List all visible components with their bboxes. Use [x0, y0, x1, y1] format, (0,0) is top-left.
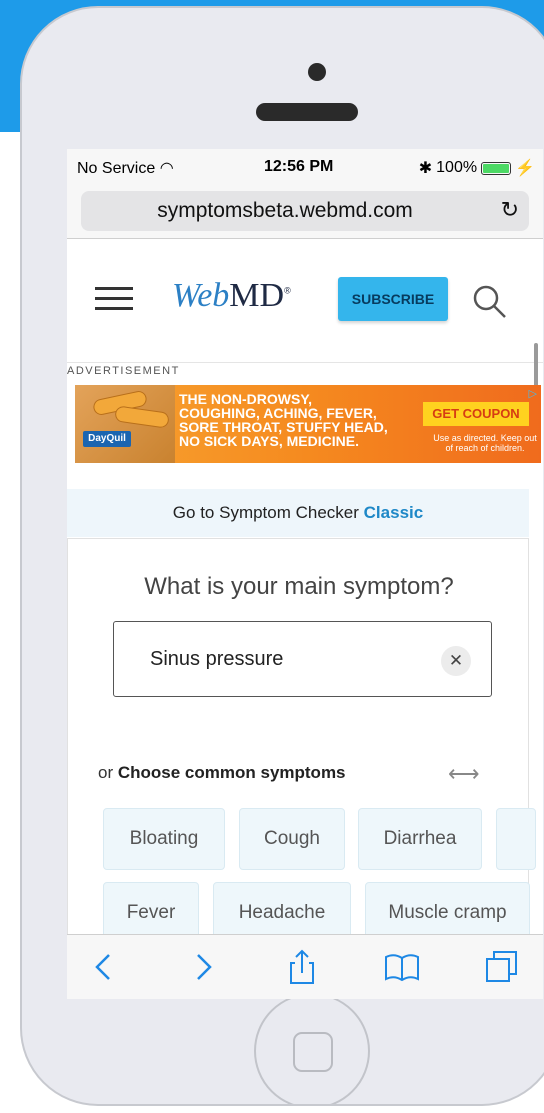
- status-time: 12:56 PM: [264, 158, 334, 175]
- bookmarks-icon[interactable]: [382, 947, 422, 987]
- address-bar[interactable]: symptomsbeta.webmd.com ↻: [81, 191, 529, 231]
- carrier-status: No Service ◠: [77, 158, 174, 178]
- registered-mark: ®: [284, 285, 291, 296]
- battery-icon: [481, 161, 512, 175]
- symptom-chip-partial[interactable]: [496, 808, 536, 870]
- reload-icon[interactable]: ↻: [501, 197, 519, 223]
- symptom-chip[interactable]: Bloating: [103, 808, 225, 870]
- status-right: ✱ 100% ⚡: [419, 158, 535, 178]
- url-text[interactable]: symptomsbeta.webmd.com: [81, 199, 489, 223]
- left-right-arrow-icon[interactable]: ⟷: [448, 761, 480, 787]
- close-icon[interactable]: ✕: [441, 646, 471, 676]
- bluetooth-icon: ✱: [418, 160, 433, 177]
- symptom-search-field[interactable]: ✕: [113, 621, 492, 697]
- search-icon[interactable]: [470, 282, 510, 322]
- carrier-label: No Service: [77, 160, 156, 177]
- ad-banner[interactable]: DayQuil THE NON-DROWSY, COUGHING, ACHING…: [75, 385, 541, 463]
- choose-prefix: or: [98, 763, 114, 782]
- home-square-icon: [293, 1032, 333, 1072]
- ad-product-image: DayQuil: [75, 385, 175, 463]
- get-coupon-button[interactable]: GET COUPON: [423, 402, 529, 426]
- ad-line: SORE THROAT, STUFFY HEAD,: [179, 419, 388, 435]
- camera-icon: [308, 63, 326, 81]
- back-icon[interactable]: [85, 947, 125, 987]
- logo-web: Web: [172, 277, 230, 314]
- ad-line: COUGHING, ACHING, FEVER,: [179, 405, 377, 421]
- share-icon[interactable]: [282, 947, 322, 987]
- ad-line: THE NON-DROWSY,: [179, 391, 312, 407]
- hamburger-icon[interactable]: [95, 287, 133, 310]
- classic-prefix: Go to Symptom Checker: [172, 503, 359, 522]
- symptom-chip[interactable]: Cough: [239, 808, 345, 870]
- wifi-icon: ◠: [159, 160, 174, 177]
- status-bar: No Service ◠ 12:56 PM ✱ 100% ⚡: [67, 149, 543, 187]
- symptom-input[interactable]: [150, 644, 420, 674]
- webmd-logo[interactable]: WebMD®: [172, 277, 291, 315]
- advertisement-label: ADVERTISEMENT: [67, 365, 180, 377]
- tabs-icon[interactable]: [482, 947, 522, 987]
- pill-image: [114, 405, 170, 429]
- choose-label: Choose common symptoms: [117, 763, 346, 782]
- classic-link[interactable]: Classic: [364, 503, 424, 522]
- classic-link-bar[interactable]: Go to Symptom Checker Classic: [67, 489, 529, 537]
- browser-address-area: symptomsbeta.webmd.com ↻: [67, 187, 543, 239]
- main-question: What is your main symptom?: [144, 573, 454, 600]
- adchoices-icon[interactable]: ▷: [529, 387, 537, 400]
- battery-percent: 100%: [436, 159, 478, 176]
- phone-screen: No Service ◠ 12:56 PM ✱ 100% ⚡ symptomsb…: [67, 149, 543, 999]
- ad-fine-print: Use as directed. Keep out of reach of ch…: [433, 433, 537, 453]
- logo-md: MD: [229, 277, 285, 314]
- common-symptoms-heading: or Choose common symptoms: [98, 763, 346, 783]
- speaker-grille: [256, 103, 358, 121]
- charging-icon: ⚡: [515, 160, 535, 177]
- subscribe-button[interactable]: SUBSCRIBE: [338, 277, 448, 321]
- symptom-card: What is your main symptom? ✕ or Choose c…: [67, 538, 536, 999]
- symptom-chip[interactable]: Diarrhea: [358, 808, 482, 870]
- ad-line: NO SICK DAYS, MEDICINE.: [179, 433, 359, 449]
- dayquil-logo: DayQuil: [83, 431, 131, 447]
- home-button[interactable]: [254, 993, 370, 1104]
- phone-frame: No Service ◠ 12:56 PM ✱ 100% ⚡ symptomsb…: [20, 6, 544, 1106]
- forward-icon[interactable]: [182, 947, 222, 987]
- site-header: WebMD® SUBSCRIBE: [67, 239, 543, 449]
- browser-toolbar: [67, 934, 543, 999]
